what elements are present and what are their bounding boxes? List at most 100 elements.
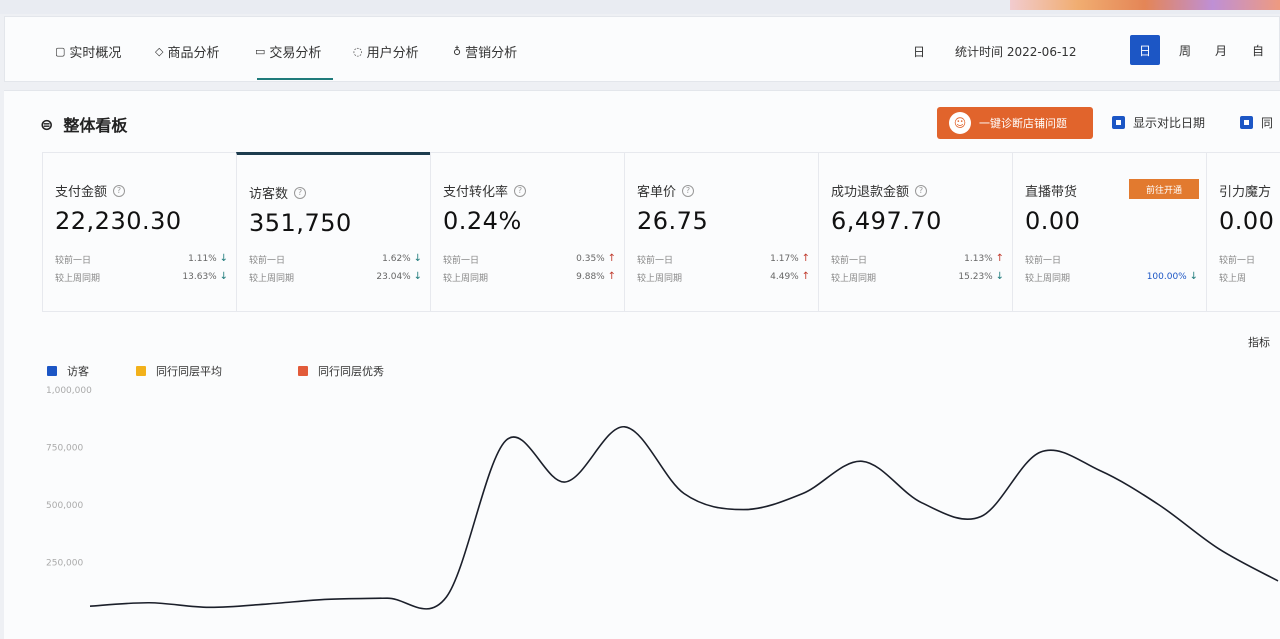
metric-card-conversion-rate[interactable]: 支付转化率? 0.24% 较前一日 0.35% ↑ 较上周同期 9.88% ↑ (430, 152, 624, 312)
metric-card-gravity-cube[interactable]: 引力魔方 0.00 较前一日 较上周 (1206, 152, 1280, 312)
metric-card-visitors[interactable]: 访客数? 351,750 较前一日 1.62% ↓ 较上周同期 23.04% ↓ (236, 152, 430, 312)
segment-custom[interactable]: 自 (1243, 35, 1273, 65)
arrow-down-icon: ↓ (1189, 271, 1198, 282)
metric-value: 0.24% (443, 207, 522, 235)
tab-product[interactable]: ◇ 商品分析 (155, 43, 220, 61)
arrow-down-icon: ↓ (995, 271, 1004, 282)
data-point[interactable] (1215, 545, 1223, 553)
arrow-down-icon: ↓ (413, 253, 422, 264)
metric-value: 351,750 (249, 209, 352, 237)
metric-label: 支付金额? (55, 181, 126, 200)
legend-item-peer-excellent[interactable]: 同行同层优秀 (298, 363, 384, 379)
date-type-label: 日 (913, 45, 926, 59)
tab-marketing[interactable]: ♁ 营销分析 (453, 43, 517, 61)
metric-value: 6,497.70 (831, 207, 942, 235)
date-picker[interactable]: 统计时间 2022-06-12 (955, 43, 1077, 60)
data-point[interactable] (680, 490, 688, 498)
metric-label: 客单价? (637, 181, 695, 200)
diagnose-button[interactable]: ☺ 一键诊断店铺问题 (937, 107, 1093, 139)
data-point[interactable] (799, 490, 807, 498)
legend-swatch (298, 366, 308, 376)
data-point[interactable] (739, 506, 747, 514)
top-banner-decoration (1010, 0, 1280, 10)
metric-compare-label: 较上周同期 (443, 274, 489, 284)
metric-label: 成功退款金额? (831, 181, 928, 200)
y-tick-label: 1,000,000 (46, 386, 92, 396)
metric-compare-value: 1.13% ↑ (964, 253, 1004, 264)
tab-realtime[interactable]: ▢ 实时概况 (55, 43, 122, 61)
checkbox-label: 显示对比日期 (1133, 116, 1206, 130)
metric-compare-label: 较前一日 (1219, 256, 1256, 266)
metric-compare-label: 较上周同期 (1025, 274, 1071, 284)
metric-compare-label: 较前一日 (249, 256, 286, 266)
metric-value: 26.75 (637, 207, 709, 235)
checkbox-label: 同 (1261, 116, 1274, 130)
metric-card-refund-amount[interactable]: 成功退款金额? 6,497.70 较前一日 1.13% ↑ 较上周同期 15.2… (818, 152, 1012, 312)
data-point[interactable] (383, 594, 391, 602)
legend-swatch (136, 366, 146, 376)
data-point[interactable] (442, 593, 450, 601)
legend-swatch (47, 366, 57, 376)
metric-compare-value: 23.04% ↓ (376, 271, 422, 282)
metric-card-live-sales[interactable]: 直播带货 前往开通 0.00 较前一日 较上周同期 100.00% ↓ (1012, 152, 1206, 312)
data-point[interactable] (977, 513, 985, 521)
metric-compare-value: 1.62% ↓ (382, 253, 422, 264)
metric-card-unit-price[interactable]: 客单价? 26.75 较前一日 1.17% ↑ 较上周同期 4.49% ↑ (624, 152, 818, 312)
data-point[interactable] (324, 595, 332, 603)
metric-compare-value: 4.49% ↑ (770, 271, 810, 282)
legend-label: 同行同层优秀 (318, 365, 384, 378)
segment-week[interactable]: 周 (1170, 35, 1200, 65)
trend-chart: 1,000,000 750,000 500,000 250,000 (46, 386, 1280, 611)
data-point[interactable] (264, 600, 272, 608)
data-point[interactable] (1155, 501, 1163, 509)
data-point[interactable] (561, 478, 569, 486)
legend-label: 访客 (67, 365, 89, 378)
legend-item-peer-average[interactable]: 同行同层平均 (136, 363, 222, 379)
metric-compare-label: 较上周同期 (249, 274, 295, 284)
y-tick-label: 750,000 (46, 444, 83, 454)
metric-compare-label: 较前一日 (443, 256, 480, 266)
legend-item-visitors[interactable]: 访客 (47, 363, 89, 379)
arrow-down-icon: ↓ (219, 253, 228, 264)
metric-compare-value: 13.63% ↓ (182, 271, 228, 282)
metric-compare-value: 15.23% ↓ (958, 271, 1004, 282)
data-point[interactable] (621, 423, 629, 431)
data-point[interactable] (1274, 577, 1280, 585)
box-icon: ◇ (155, 44, 164, 58)
tab-label: 商品分析 (167, 45, 220, 61)
metric-compare-value: 1.11% ↓ (188, 253, 228, 264)
data-point[interactable] (145, 599, 153, 607)
data-point[interactable] (502, 437, 510, 445)
data-point[interactable] (1096, 467, 1104, 475)
data-point[interactable] (205, 603, 213, 611)
metric-card-payment-amount[interactable]: 支付金额? 22,230.30 较前一日 1.11% ↓ 较上周同期 13.63… (42, 152, 236, 312)
arrow-up-icon: ↑ (801, 253, 810, 264)
metric-value: 22,230.30 (55, 207, 182, 235)
data-point[interactable] (1036, 448, 1044, 456)
arrow-up-icon: ↑ (995, 253, 1004, 264)
tab-label: 实时概况 (69, 45, 122, 61)
checkbox-icon (1240, 116, 1253, 129)
tab-label: 交易分析 (269, 45, 322, 61)
data-point[interactable] (918, 499, 926, 507)
robot-icon: ☺ (949, 112, 971, 134)
y-tick-label: 250,000 (46, 559, 83, 569)
arrow-up-icon: ↑ (607, 271, 616, 282)
tab-user[interactable]: ◌ 用户分析 (353, 43, 419, 61)
metric-selector-label[interactable]: 指标 (1248, 334, 1270, 350)
metric-compare-value: 100.00% ↓ (1146, 271, 1198, 282)
segment-day[interactable]: 日 (1130, 35, 1160, 65)
data-point[interactable] (86, 602, 94, 610)
data-point[interactable] (858, 457, 866, 465)
user-icon: ◌ (353, 44, 363, 58)
peer-checkbox[interactable]: 同 (1240, 114, 1273, 131)
tab-trade[interactable]: ▭ 交易分析 (255, 43, 322, 61)
dashboard-icon: ⊜ (40, 114, 54, 134)
arrow-up-icon: ↑ (607, 253, 616, 264)
segment-month[interactable]: 月 (1206, 35, 1236, 65)
metric-compare-label: 较前一日 (831, 256, 868, 266)
navbar: ▢ 实时概况 ◇ 商品分析 ▭ 交易分析 ◌ 用户分析 ♁ 营销分析 日 统计时… (4, 16, 1280, 82)
open-service-tag[interactable]: 前往开通 (1129, 179, 1199, 199)
metrics-row: 支付金额? 22,230.30 较前一日 1.11% ↓ 较上周同期 13.63… (42, 152, 1280, 312)
compare-date-checkbox[interactable]: 显示对比日期 (1112, 114, 1205, 131)
